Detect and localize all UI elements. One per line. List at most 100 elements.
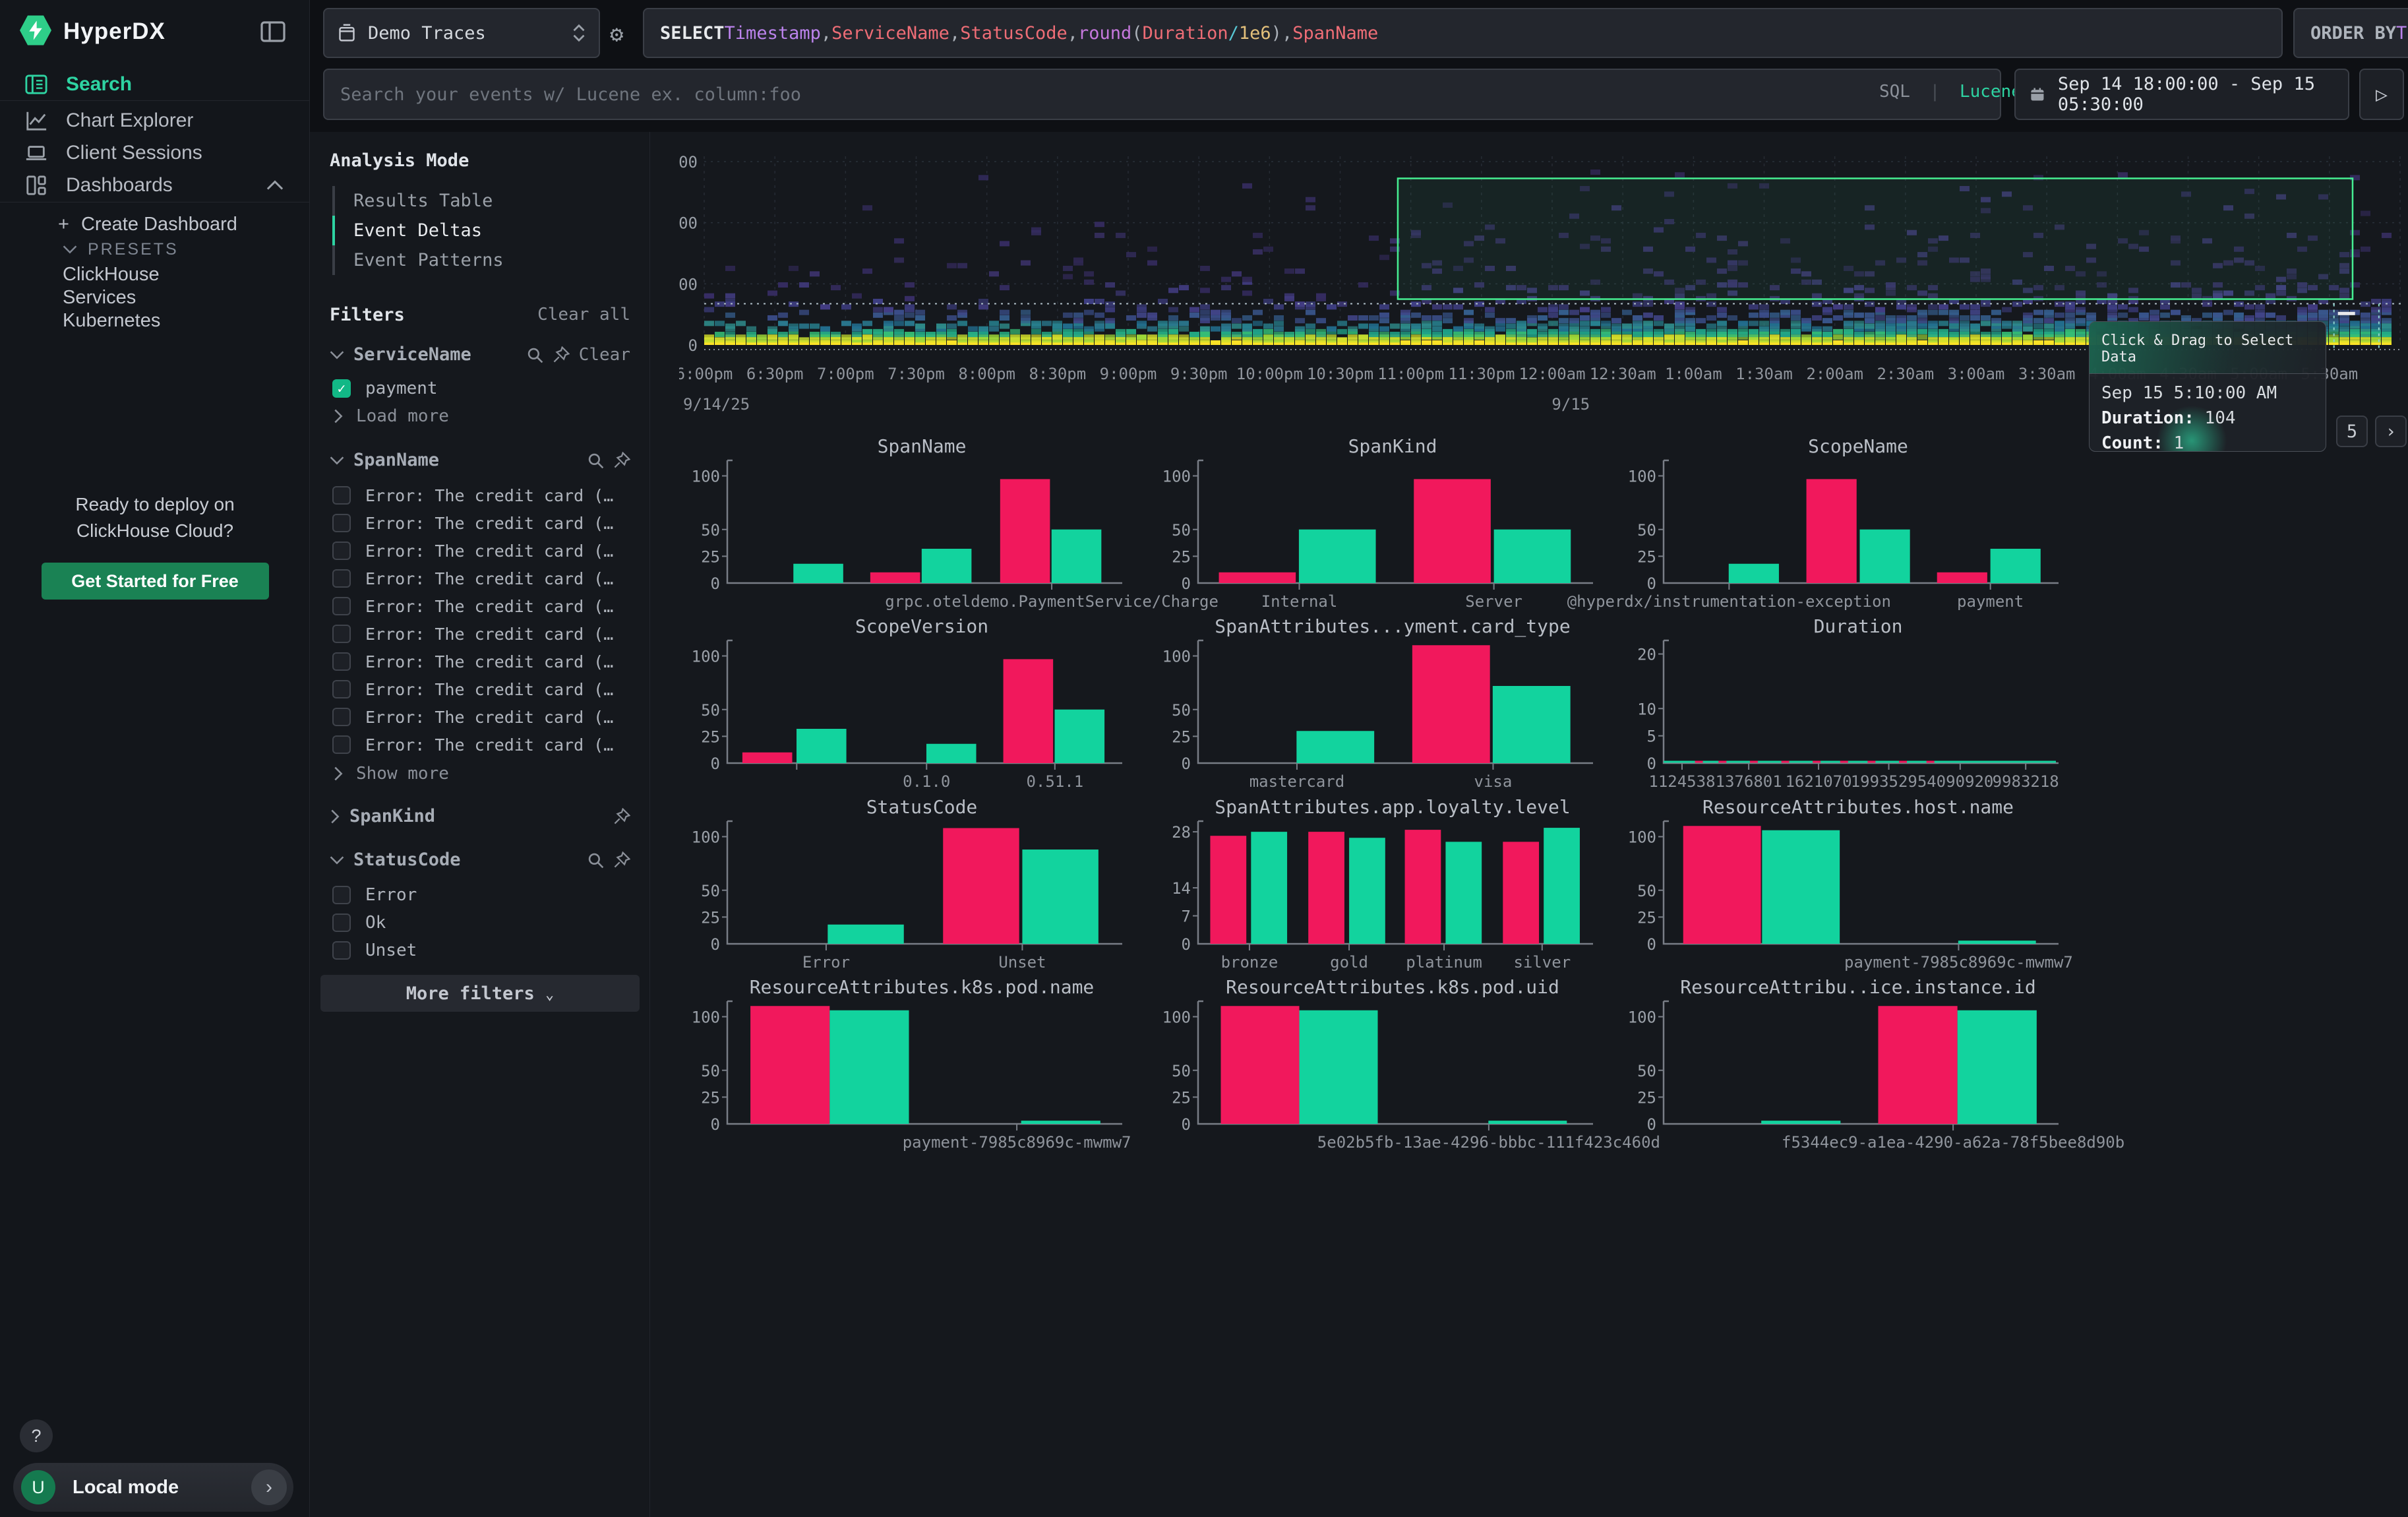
chevron-down-icon bbox=[330, 456, 344, 465]
lucene-mode-label[interactable]: Lucene bbox=[1960, 82, 2022, 102]
svg-text:@hyperdx/instrumentation-excep: @hyperdx/instrumentation-exception bbox=[1567, 592, 1891, 611]
run-query-button[interactable]: ▷ bbox=[2359, 69, 2404, 120]
filter-option-payment[interactable]: ✓payment bbox=[332, 375, 629, 402]
search-input[interactable] bbox=[323, 69, 2001, 120]
sql-select-input[interactable]: SELECT Timestamp, ServiceName, StatusCod… bbox=[643, 8, 2283, 58]
mini-chart-resourceattribu-ice-instance-id: ResourceAttribu..ice.instance.id02550100… bbox=[1627, 976, 2062, 1149]
get-started-button[interactable]: Get Started for Free bbox=[42, 563, 269, 600]
svg-text:10:30pm: 10:30pm bbox=[1307, 365, 1373, 383]
filter-option-spanname-4[interactable]: Error: The credit card (… bbox=[332, 592, 636, 620]
search-icon[interactable] bbox=[587, 452, 604, 469]
filter-option-spanname-5[interactable]: Error: The credit card (… bbox=[332, 620, 636, 648]
preset-item-kubernetes[interactable]: Kubernetes bbox=[0, 309, 310, 332]
search-icon[interactable] bbox=[587, 851, 604, 869]
app-root: HyperDX Search Chart Explorer Client Ses… bbox=[0, 0, 2408, 1517]
svg-text:100: 100 bbox=[692, 828, 720, 847]
filter-option-spanname-8[interactable]: Error: The credit card (… bbox=[332, 703, 636, 731]
mini-chart-svg: 02550100@hyperdx/instrumentation-excepti… bbox=[1627, 458, 2062, 611]
svg-text:50: 50 bbox=[1637, 882, 1656, 900]
analysis-mode-results-table[interactable]: Results Table bbox=[332, 186, 622, 216]
load-more-button[interactable]: Load more bbox=[332, 406, 449, 426]
pager-next-button[interactable]: › bbox=[2375, 416, 2407, 447]
pin-icon[interactable] bbox=[613, 851, 630, 869]
sidebar-item-client-sessions[interactable]: Client Sessions bbox=[0, 138, 310, 168]
filter-option-spanname-0[interactable]: Error: The credit card (… bbox=[332, 481, 636, 509]
pin-icon[interactable] bbox=[613, 808, 630, 825]
checkbox[interactable] bbox=[332, 542, 351, 560]
sql-mode-label[interactable]: SQL bbox=[1879, 82, 1910, 102]
filter-option-spanname-3[interactable]: Error: The credit card (… bbox=[332, 565, 636, 592]
section-spanname[interactable]: SpanName bbox=[330, 450, 630, 470]
filter-option-spanname-6[interactable]: Error: The credit card (… bbox=[332, 648, 636, 675]
section-servicename[interactable]: ServiceName Clear bbox=[330, 344, 630, 365]
filter-option-error[interactable]: Error bbox=[332, 881, 629, 909]
section-label: ServiceName bbox=[353, 344, 471, 365]
checkbox[interactable] bbox=[332, 625, 351, 643]
checkbox[interactable] bbox=[332, 597, 351, 615]
show-more-button[interactable]: Show more bbox=[332, 764, 449, 784]
source-select[interactable]: Demo Traces bbox=[323, 8, 600, 58]
checkbox[interactable] bbox=[332, 652, 351, 671]
filter-option-spanname-1[interactable]: Error: The credit card (… bbox=[332, 509, 636, 537]
analysis-mode-event-patterns[interactable]: Event Patterns bbox=[332, 245, 622, 275]
checkbox[interactable] bbox=[332, 680, 351, 698]
section-label: SpanName bbox=[353, 450, 439, 470]
filter-option-unset[interactable]: Unset bbox=[332, 937, 629, 964]
analysis-mode-event-deltas[interactable]: Event Deltas bbox=[332, 216, 622, 245]
help-button[interactable]: ? bbox=[20, 1419, 53, 1452]
checkbox[interactable] bbox=[332, 941, 351, 960]
section-spankind[interactable]: SpanKind bbox=[330, 806, 630, 826]
svg-text:12:00am: 12:00am bbox=[1519, 365, 1585, 383]
tooltip-count: Count: 1 bbox=[2090, 431, 2326, 452]
checkbox[interactable]: ✓ bbox=[332, 379, 351, 398]
pin-icon[interactable] bbox=[613, 452, 630, 469]
pager-page-5-button[interactable]: 5 bbox=[2336, 416, 2368, 447]
sidebar-item-chart-explorer[interactable]: Chart Explorer bbox=[0, 106, 310, 136]
svg-text:25: 25 bbox=[701, 1088, 720, 1107]
statuscode-options: ErrorOkUnset bbox=[332, 881, 629, 964]
preset-item-clickhouse[interactable]: ClickHouse bbox=[0, 263, 310, 286]
svg-text:100: 100 bbox=[1628, 468, 1656, 486]
svg-text:25: 25 bbox=[1172, 728, 1191, 746]
checkbox[interactable] bbox=[332, 735, 351, 754]
filter-option-spanname-2[interactable]: Error: The credit card (… bbox=[332, 537, 636, 565]
filter-option-spanname-7[interactable]: Error: The credit card (… bbox=[332, 675, 636, 703]
svg-text:3:30am: 3:30am bbox=[2018, 365, 2076, 383]
sidebar-item-dashboards[interactable]: Dashboards bbox=[0, 170, 310, 201]
checkbox[interactable] bbox=[332, 913, 351, 932]
pin-icon[interactable] bbox=[553, 346, 570, 363]
presets-toggle[interactable]: PRESETS bbox=[0, 237, 310, 261]
section-statuscode[interactable]: StatusCode bbox=[330, 850, 630, 870]
date-range-picker[interactable]: Sep 14 18:00:00 - Sep 15 05:30:00 bbox=[2014, 69, 2349, 120]
more-filters-button[interactable]: More filters ⌄ bbox=[320, 975, 640, 1012]
clear-section-button[interactable]: Clear bbox=[579, 345, 630, 365]
mini-chart-title: SpanName bbox=[717, 435, 1126, 457]
sidebar-item-search[interactable]: Search bbox=[0, 69, 310, 100]
svg-text:1376801: 1376801 bbox=[1716, 772, 1782, 791]
checkbox[interactable] bbox=[332, 886, 351, 904]
search-icon[interactable] bbox=[526, 346, 543, 363]
mini-chart-resourceattributes-k8s-pod-name: ResourceAttributes.k8s.pod.name02550100p… bbox=[691, 976, 1126, 1149]
checkbox[interactable] bbox=[332, 514, 351, 532]
order-by-input[interactable]: ORDER BY Timestamp DESC bbox=[2293, 8, 2408, 58]
clear-all-button[interactable]: Clear all bbox=[537, 305, 630, 325]
tooltip-title: Click & Drag to Select Data bbox=[2090, 322, 2326, 374]
svg-text:mastercard: mastercard bbox=[1249, 772, 1345, 791]
checkbox[interactable] bbox=[332, 708, 351, 726]
filter-option-spanname-9[interactable]: Error: The credit card (… bbox=[332, 731, 636, 758]
checkbox[interactable] bbox=[332, 486, 351, 505]
mini-chart-title: SpanAttributes...yment.card_type bbox=[1188, 615, 1597, 637]
mini-chart-svg: 02550100f5344ec9-a1ea-4290-a62a-78f5bee8… bbox=[1627, 999, 2062, 1152]
language-toggle[interactable]: SQL | Lucene bbox=[1879, 82, 2022, 102]
calendar-icon bbox=[2030, 85, 2045, 104]
svg-text:50: 50 bbox=[701, 882, 720, 900]
filter-option-ok[interactable]: Ok bbox=[332, 909, 629, 937]
local-mode-pill[interactable]: U Local mode › bbox=[13, 1463, 293, 1512]
sidebar-collapse-icon[interactable] bbox=[260, 21, 286, 42]
checkbox[interactable] bbox=[332, 569, 351, 588]
gear-icon[interactable]: ⚙ bbox=[610, 21, 623, 47]
create-dashboard-button[interactable]: + Create Dashboard bbox=[0, 212, 310, 236]
preset-item-services[interactable]: Services bbox=[0, 286, 310, 309]
topbar: Demo Traces ⚙ SELECT Timestamp, ServiceN… bbox=[310, 0, 2408, 132]
svg-text:visa: visa bbox=[1474, 772, 1513, 791]
